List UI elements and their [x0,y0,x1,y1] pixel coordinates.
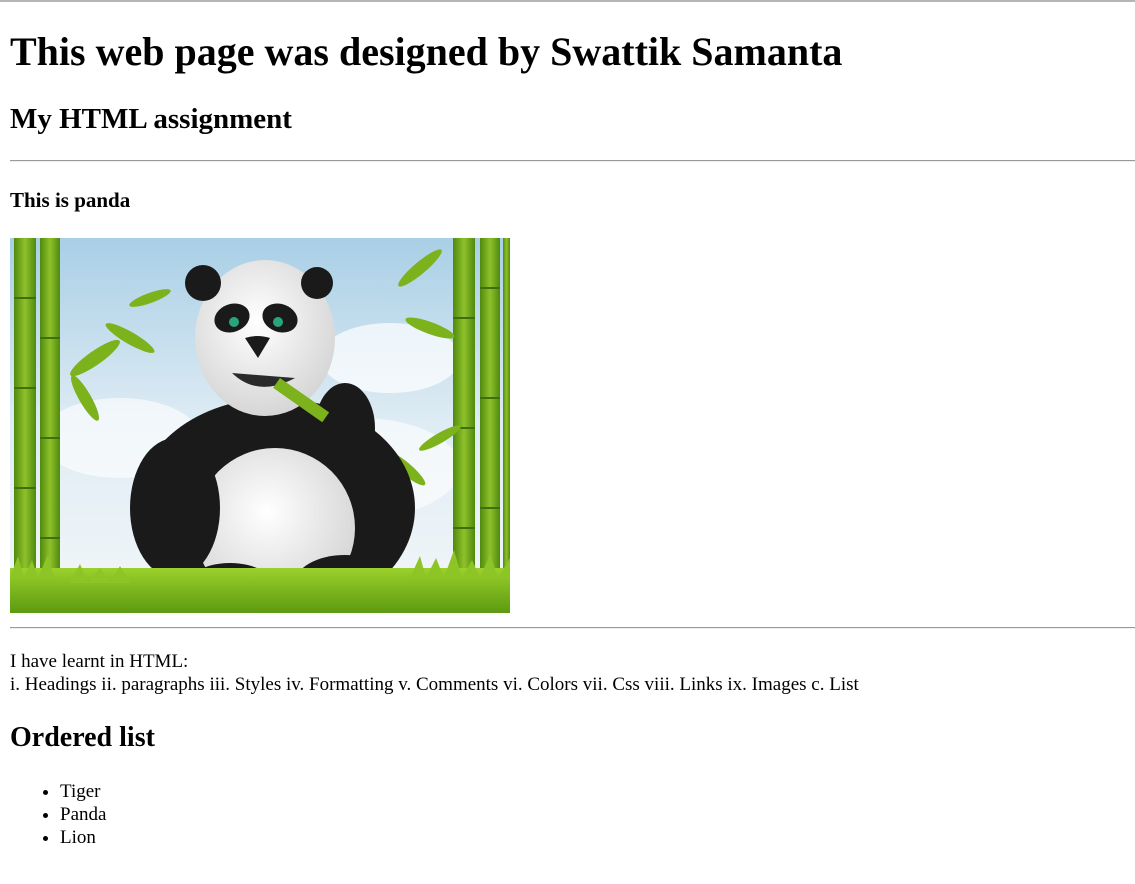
list-item: Panda [60,803,106,826]
web-page: This web page was designed by Swattik Sa… [0,0,1135,884]
top-border [0,0,1135,2]
ordered-list-heading: Ordered list [10,722,155,753]
learned-topics-text: i. Headings ii. paragraphs iii. Styles i… [10,674,859,695]
list-item: Tiger [60,780,106,803]
list-item: Lion [60,826,106,849]
learned-paragraph: I have learnt in HTML: i. Headings ii. p… [10,650,859,696]
horizontal-rule [10,627,1135,629]
panda-heading: This is panda [10,188,131,212]
learned-intro-text: I have learnt in HTML: [10,651,189,672]
subtitle-heading: My HTML assignment [10,103,292,135]
horizontal-rule [10,160,1135,162]
page-title: This web page was designed by Swattik Sa… [10,29,843,74]
animal-list: Tiger Panda Lion [10,780,106,849]
panda-image [10,238,510,613]
